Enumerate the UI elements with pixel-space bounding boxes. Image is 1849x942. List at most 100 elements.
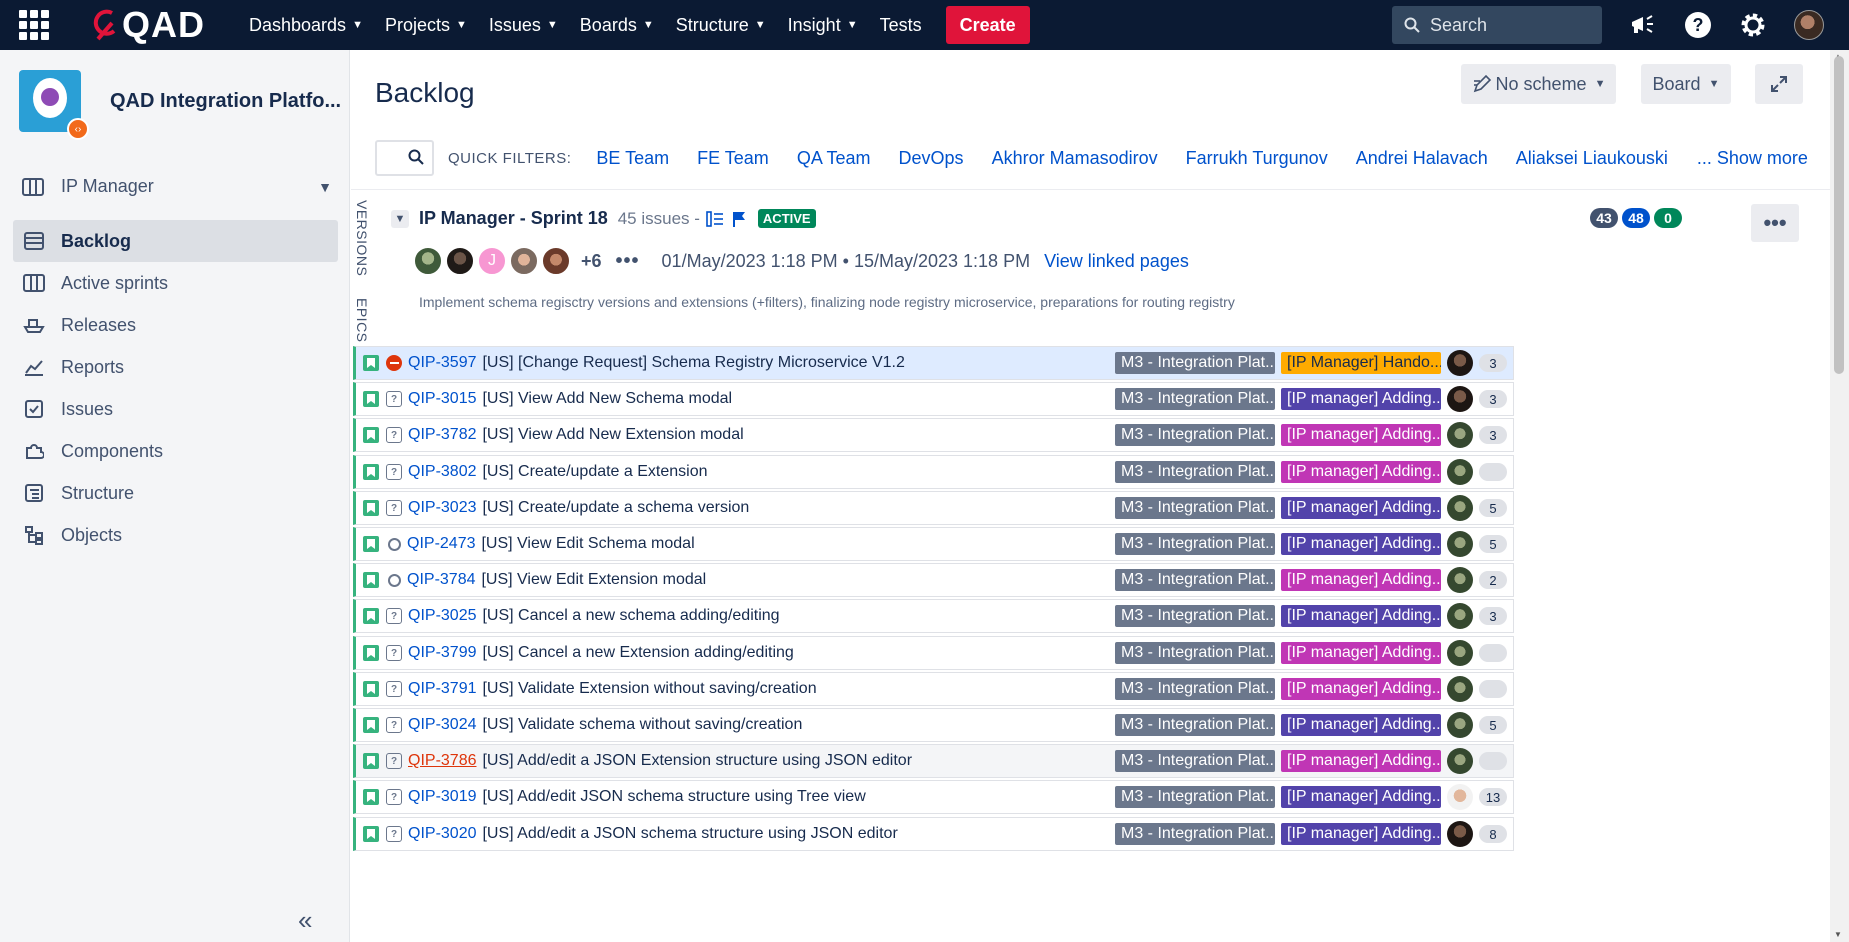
- issue-key-link[interactable]: QIP-3015: [408, 390, 476, 408]
- assignee-avatar[interactable]: [1447, 821, 1473, 847]
- issue-key-link[interactable]: QIP-3784: [407, 571, 475, 589]
- qad-logo[interactable]: QAD: [92, 4, 205, 46]
- help-icon[interactable]: ?: [1682, 9, 1714, 41]
- epic-lozenge[interactable]: [IP manager] Adding...: [1281, 424, 1441, 446]
- fix-version-lozenge[interactable]: M3 - Integration Plat...: [1115, 642, 1275, 664]
- versions-tab[interactable]: VERSIONS: [354, 200, 370, 276]
- sidebar-item-reports[interactable]: Reports: [13, 346, 338, 388]
- epic-lozenge[interactable]: [IP manager] Adding...: [1281, 388, 1441, 410]
- issue-key-link[interactable]: QIP-3791: [408, 680, 476, 698]
- issue-key-link[interactable]: QIP-3020: [408, 825, 476, 843]
- epic-lozenge[interactable]: [IP manager] Adding...: [1281, 678, 1441, 700]
- quick-filter-link[interactable]: Akhror Mamasodirov: [992, 148, 1158, 169]
- nav-item-issues[interactable]: Issues ▼: [489, 15, 558, 36]
- sidebar-item-issues[interactable]: Issues: [13, 388, 338, 430]
- fix-version-lozenge[interactable]: M3 - Integration Plat...: [1115, 497, 1275, 519]
- issue-row[interactable]: QIP-2473 [US] View Edit Schema modal M3 - …: [353, 527, 1514, 561]
- flag-icon[interactable]: [732, 211, 746, 227]
- fix-version-lozenge[interactable]: M3 - Integration Plat...: [1115, 823, 1275, 845]
- epic-lozenge[interactable]: [IP manager] Adding...: [1281, 714, 1441, 736]
- fix-version-lozenge[interactable]: M3 - Integration Plat...: [1115, 605, 1275, 627]
- create-button[interactable]: Create: [945, 6, 1030, 44]
- epic-lozenge[interactable]: [IP manager] Adding...: [1281, 642, 1441, 664]
- member-avatar[interactable]: [413, 246, 443, 276]
- issue-key-link[interactable]: QIP-3786: [408, 752, 476, 770]
- fix-version-lozenge[interactable]: M3 - Integration Plat...: [1115, 714, 1275, 736]
- sidebar-item-components[interactable]: Components: [13, 430, 338, 472]
- nav-item-insight[interactable]: Insight ▼: [788, 15, 858, 36]
- nav-item-projects[interactable]: Projects ▼: [385, 15, 467, 36]
- issue-key-link[interactable]: QIP-3802: [408, 463, 476, 481]
- fix-version-lozenge[interactable]: M3 - Integration Plat...: [1115, 678, 1275, 700]
- issue-row[interactable]: ? QIP-3799 [US] Cancel a new Extension add…: [353, 636, 1514, 670]
- nav-item-boards[interactable]: Boards ▼: [580, 15, 654, 36]
- assignee-avatar[interactable]: [1447, 386, 1473, 412]
- nav-item-dashboards[interactable]: Dashboards ▼: [249, 15, 363, 36]
- issue-row[interactable]: ? QIP-3015 [US] View Add New Schema modal M…: [353, 382, 1514, 416]
- epic-lozenge[interactable]: [IP manager] Adding...: [1281, 605, 1441, 627]
- scrollbar-thumb[interactable]: [1834, 56, 1844, 374]
- assignee-avatar[interactable]: [1447, 640, 1473, 666]
- issue-row[interactable]: ? QIP-3019 [US] Add/edit JSON schema struc…: [353, 780, 1514, 814]
- quick-filter-link[interactable]: FE Team: [697, 148, 769, 169]
- issue-row[interactable]: ? QIP-3786 [US] Add/edit a JSON Extension …: [353, 744, 1514, 778]
- issue-row[interactable]: ? QIP-3782 [US] View Add New Extension mod…: [353, 418, 1514, 452]
- scroll-down-icon[interactable]: ▼: [1834, 930, 1842, 939]
- app-switcher-icon[interactable]: [17, 8, 51, 42]
- assignee-avatar[interactable]: [1447, 603, 1473, 629]
- fix-version-lozenge[interactable]: M3 - Integration Plat...: [1115, 569, 1275, 591]
- epic-lozenge[interactable]: [IP manager] Adding...: [1281, 497, 1441, 519]
- issue-key-link[interactable]: QIP-2473: [407, 535, 475, 553]
- issue-key-link[interactable]: QIP-3019: [408, 788, 476, 806]
- issue-key-link[interactable]: QIP-3025: [408, 607, 476, 625]
- member-avatar[interactable]: [541, 246, 571, 276]
- issue-row[interactable]: QIP-3597 [US] [Change Request] Schema Reg…: [353, 346, 1514, 380]
- issue-row[interactable]: ? QIP-3023 [US] Create/update a schema ver…: [353, 491, 1514, 525]
- issue-key-link[interactable]: QIP-3597: [408, 354, 476, 372]
- assignee-avatar[interactable]: [1447, 567, 1473, 593]
- assignee-avatar[interactable]: [1447, 712, 1473, 738]
- sidebar-item-active-sprints[interactable]: Active sprints: [13, 262, 338, 304]
- fix-version-lozenge[interactable]: M3 - Integration Plat...: [1115, 388, 1275, 410]
- members-more-icon[interactable]: •••: [616, 250, 640, 273]
- assignee-avatar[interactable]: [1447, 748, 1473, 774]
- user-avatar[interactable]: [1794, 10, 1824, 40]
- fix-version-lozenge[interactable]: M3 - Integration Plat...: [1115, 424, 1275, 446]
- issue-row[interactable]: QIP-3784 [US] View Edit Extension modal M3…: [353, 563, 1514, 597]
- fix-version-lozenge[interactable]: M3 - Integration Plat...: [1115, 786, 1275, 808]
- issue-row[interactable]: ? QIP-3791 [US] Validate Extension without…: [353, 672, 1514, 706]
- epic-lozenge[interactable]: [IP manager] Adding...: [1281, 569, 1441, 591]
- member-avatar[interactable]: [445, 246, 475, 276]
- filter-search-input[interactable]: [375, 140, 434, 176]
- epic-lozenge[interactable]: [IP manager] Adding...: [1281, 461, 1441, 483]
- collapse-sidebar-icon[interactable]: «: [298, 905, 312, 936]
- nav-item-structure[interactable]: Structure ▼: [676, 15, 766, 36]
- assignee-avatar[interactable]: [1447, 784, 1473, 810]
- fullscreen-button[interactable]: [1755, 64, 1803, 104]
- collapse-sprint-chevron-icon[interactable]: ▼: [391, 209, 409, 228]
- issue-row[interactable]: ? QIP-3020 [US] Add/edit a JSON schema str…: [353, 817, 1514, 851]
- view-linked-pages-link[interactable]: View linked pages: [1044, 251, 1189, 272]
- fix-version-lozenge[interactable]: M3 - Integration Plat...: [1115, 750, 1275, 772]
- settings-gear-icon[interactable]: [1737, 9, 1769, 41]
- member-avatar[interactable]: J: [477, 246, 507, 276]
- quick-filter-link[interactable]: Andrei Halavach: [1356, 148, 1488, 169]
- epic-lozenge[interactable]: [IP Manager] Hando...: [1281, 352, 1441, 374]
- assignee-avatar[interactable]: [1447, 422, 1473, 448]
- nav-item-tests[interactable]: Tests: [880, 15, 922, 36]
- show-more-link[interactable]: ... Show more: [1697, 148, 1808, 169]
- sidebar-item-backlog[interactable]: Backlog: [13, 220, 338, 262]
- assignee-avatar[interactable]: [1447, 459, 1473, 485]
- assignee-avatar[interactable]: [1447, 531, 1473, 557]
- search-input[interactable]: Search: [1392, 6, 1602, 44]
- sidebar-item-releases[interactable]: Releases: [13, 304, 338, 346]
- epic-lozenge[interactable]: [IP manager] Adding...: [1281, 750, 1441, 772]
- fix-version-lozenge[interactable]: M3 - Integration Plat...: [1115, 461, 1275, 483]
- issue-row[interactable]: ? QIP-3025 [US] Cancel a new schema adding…: [353, 599, 1514, 633]
- sprint-more-actions-button[interactable]: •••: [1751, 204, 1799, 242]
- fix-version-lozenge[interactable]: M3 - Integration Plat...: [1115, 352, 1275, 374]
- sidebar-item-objects[interactable]: Objects: [13, 514, 338, 556]
- board-dropdown[interactable]: Board ▼: [1641, 64, 1731, 104]
- quick-filter-link[interactable]: BE Team: [596, 148, 669, 169]
- quick-filter-link[interactable]: Aliaksei Liaukouski: [1516, 148, 1668, 169]
